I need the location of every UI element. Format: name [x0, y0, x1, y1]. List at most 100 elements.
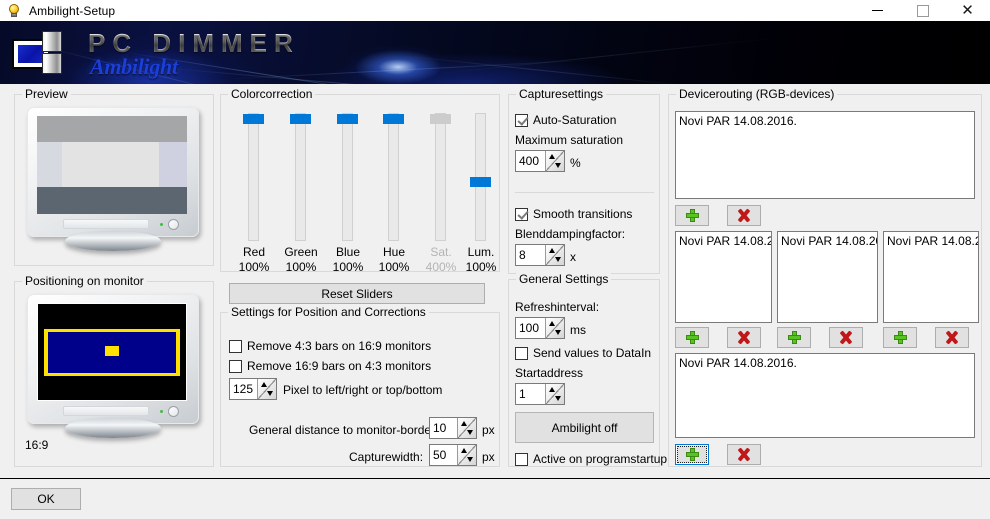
- slider-blue-thumb[interactable]: [337, 114, 358, 124]
- slider-luminance-track[interactable]: [470, 113, 491, 241]
- smooth-transitions-checkbox-box[interactable]: [515, 207, 528, 221]
- slider-green-thumb[interactable]: [290, 114, 311, 124]
- list-item[interactable]: Novi PAR 14.08.20: [885, 234, 978, 249]
- active-on-startup-checkbox-box[interactable]: [515, 452, 528, 466]
- monitor-border-value[interactable]: 10: [430, 418, 457, 438]
- sub-list-2-remove-button[interactable]: [829, 327, 863, 348]
- slider-green-value: 100%: [285, 260, 317, 274]
- spin-up-icon[interactable]: [461, 421, 467, 426]
- startaddress-stepper[interactable]: 1: [515, 383, 565, 405]
- spin-down-icon[interactable]: [555, 396, 561, 401]
- spin-down-icon[interactable]: [555, 257, 561, 262]
- max-saturation-stepper[interactable]: 400: [515, 150, 565, 172]
- slider-saturation-track: [430, 113, 451, 241]
- sub-list-3-remove-button[interactable]: [935, 327, 969, 348]
- spin-up-icon[interactable]: [549, 248, 555, 253]
- slider-saturation-thumb: [430, 114, 451, 124]
- spin-down-icon[interactable]: [555, 330, 561, 335]
- blenddamping-value[interactable]: 8: [516, 245, 545, 265]
- refreshinterval-stepper[interactable]: 100: [515, 317, 565, 339]
- slider-red-track[interactable]: [243, 113, 264, 241]
- pixel-offset-spin-buttons[interactable]: [257, 379, 276, 399]
- ok-button[interactable]: OK: [11, 488, 81, 510]
- devicerouting-sub-list-2[interactable]: Novi PAR 14.08.201: [777, 231, 878, 323]
- spin-up-icon[interactable]: [549, 321, 555, 326]
- max-saturation-spin-buttons[interactable]: [545, 151, 564, 171]
- remove-169-bars-checkbox[interactable]: Remove 16:9 bars on 4:3 monitors: [229, 359, 431, 373]
- smooth-transitions-label: Smooth transitions: [533, 207, 633, 221]
- main-list-add-button[interactable]: [675, 205, 709, 226]
- position-settings-group: Settings for Position and Corrections Re…: [220, 305, 500, 467]
- capturewidth-value[interactable]: 50: [430, 445, 457, 465]
- refreshinterval-unit: ms: [570, 323, 586, 337]
- send-values-datain-checkbox-box[interactable]: [515, 346, 528, 360]
- sub-list-1-add-button[interactable]: [675, 327, 709, 348]
- spin-down-icon[interactable]: [555, 163, 561, 168]
- list-item[interactable]: Novi PAR 14.08.2016.: [677, 114, 973, 129]
- slider-hue-track[interactable]: [383, 113, 404, 241]
- ambilight-toggle-button[interactable]: Ambilight off: [515, 412, 654, 443]
- slider-blue-track[interactable]: [337, 113, 358, 241]
- sub-list-2-add-button[interactable]: [777, 327, 811, 348]
- auto-saturation-checkbox[interactable]: Auto-Saturation: [515, 113, 616, 127]
- pixel-offset-stepper[interactable]: 125: [229, 378, 277, 400]
- sub-list-3-add-button[interactable]: [883, 327, 917, 348]
- refreshinterval-value[interactable]: 100: [516, 318, 545, 338]
- blenddamping-spin-buttons[interactable]: [545, 245, 564, 265]
- max-saturation-unit: %: [570, 156, 581, 170]
- list-item[interactable]: Novi PAR 14.08.20: [677, 234, 771, 249]
- auto-saturation-checkbox-box[interactable]: [515, 113, 528, 127]
- devicerouting-main-list[interactable]: Novi PAR 14.08.2016.: [675, 111, 975, 199]
- slider-red-label: Red: [242, 245, 265, 259]
- colorcorrection-group: Colorcorrection Red 100% Green 100% Blue…: [220, 87, 500, 274]
- close-button[interactable]: ✕: [945, 0, 990, 21]
- bottom-list-remove-button[interactable]: [727, 444, 761, 465]
- spin-up-icon[interactable]: [261, 382, 267, 387]
- monitor-border-stepper[interactable]: 10: [429, 417, 477, 439]
- spin-up-icon[interactable]: [549, 154, 555, 159]
- list-item[interactable]: Novi PAR 14.08.201: [779, 234, 877, 249]
- positioning-monitor-graphic[interactable]: [27, 294, 199, 439]
- remove-43-bars-checkbox[interactable]: Remove 4:3 bars on 16:9 monitors: [229, 339, 431, 353]
- minimize-button[interactable]: [855, 0, 900, 21]
- devicerouting-sub-list-3[interactable]: Novi PAR 14.08.20: [883, 231, 979, 323]
- slider-red-thumb[interactable]: [243, 114, 264, 124]
- spin-up-icon[interactable]: [549, 387, 555, 392]
- active-on-startup-label: Active on programstartup: [533, 452, 668, 466]
- startaddress-spin-buttons[interactable]: [545, 384, 564, 404]
- slider-hue-thumb[interactable]: [383, 114, 404, 124]
- blenddamping-stepper[interactable]: 8: [515, 244, 565, 266]
- capturewidth-spin-buttons[interactable]: [457, 445, 476, 465]
- capturewidth-stepper[interactable]: 50: [429, 444, 477, 466]
- remove-169-bars-label: Remove 16:9 bars on 4:3 monitors: [247, 359, 432, 373]
- smooth-transitions-checkbox[interactable]: Smooth transitions: [515, 207, 632, 221]
- max-saturation-value[interactable]: 400: [516, 151, 545, 171]
- center-marker: [105, 346, 119, 356]
- spin-down-icon[interactable]: [467, 430, 473, 435]
- maximize-button[interactable]: [900, 0, 945, 21]
- remove-169-bars-checkbox-box[interactable]: [229, 359, 242, 373]
- slider-green-track[interactable]: [290, 113, 311, 241]
- slider-luminance-thumb[interactable]: [470, 177, 491, 187]
- sub-list-1-remove-button[interactable]: [727, 327, 761, 348]
- refreshinterval-spin-buttons[interactable]: [545, 318, 564, 338]
- bottom-list-add-button[interactable]: [675, 444, 709, 465]
- spin-up-icon[interactable]: [461, 448, 467, 453]
- devicerouting-bottom-list[interactable]: Novi PAR 14.08.2016.: [675, 353, 975, 438]
- slider-blue-label: Blue: [335, 245, 361, 259]
- remove-43-bars-label: Remove 4:3 bars on 16:9 monitors: [247, 339, 432, 353]
- list-item[interactable]: Novi PAR 14.08.2016.: [677, 356, 973, 371]
- spin-down-icon[interactable]: [467, 457, 473, 462]
- main-list-remove-button[interactable]: [727, 205, 761, 226]
- active-on-startup-checkbox[interactable]: Active on programstartup: [515, 452, 667, 466]
- colorcorrection-group-label: Colorcorrection: [228, 87, 316, 101]
- remove-43-bars-checkbox-box[interactable]: [229, 339, 242, 353]
- startaddress-value[interactable]: 1: [516, 384, 545, 404]
- devicerouting-sub-list-1[interactable]: Novi PAR 14.08.20: [675, 231, 772, 323]
- spin-down-icon[interactable]: [267, 391, 273, 396]
- reset-sliders-button[interactable]: Reset Sliders: [229, 283, 485, 304]
- slider-hue-value: 100%: [378, 260, 410, 274]
- send-values-datain-checkbox[interactable]: Send values to DataIn: [515, 346, 651, 360]
- monitor-border-spin-buttons[interactable]: [457, 418, 476, 438]
- pixel-offset-value[interactable]: 125: [230, 379, 257, 399]
